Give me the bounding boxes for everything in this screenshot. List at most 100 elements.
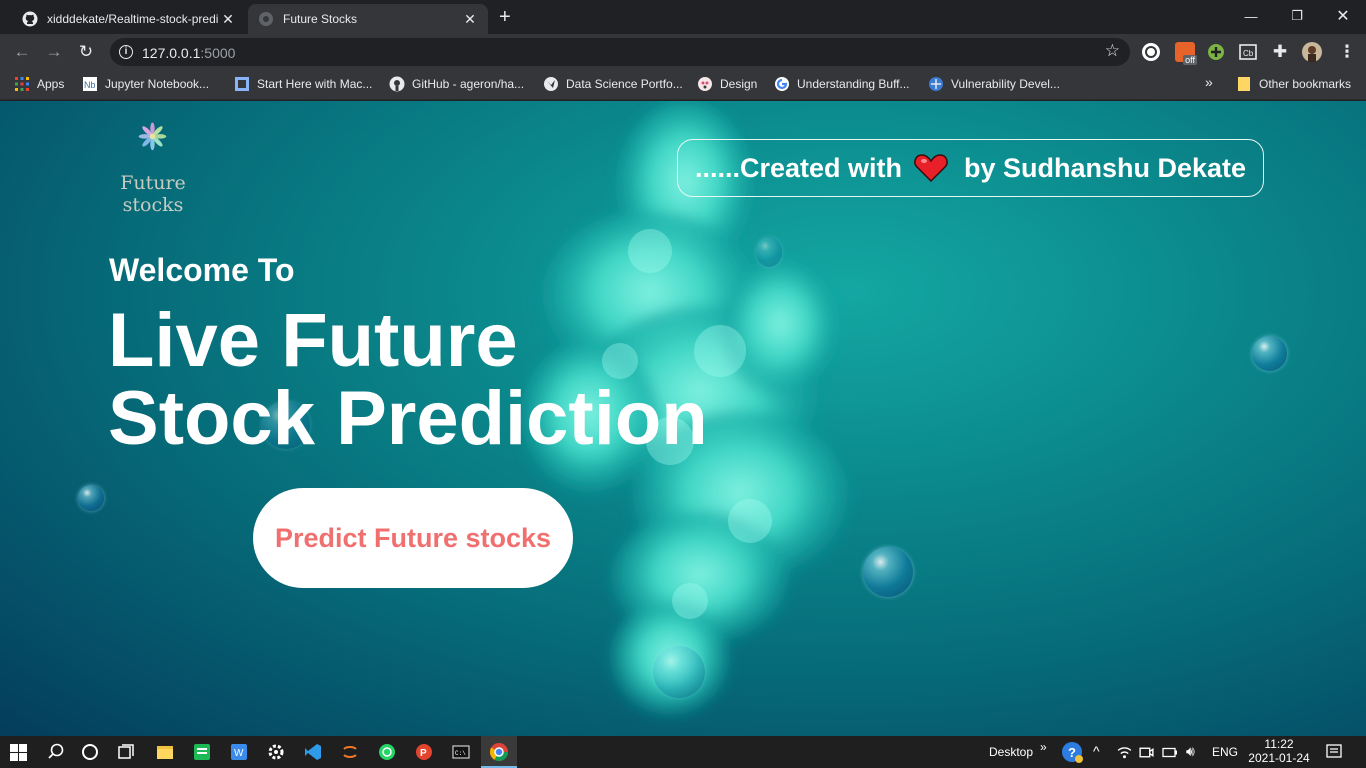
notifications-icon[interactable] [1325, 743, 1343, 761]
bookmark-design[interactable]: Design [697, 76, 757, 92]
heart-icon [914, 154, 948, 183]
sheets-icon[interactable] [192, 742, 212, 762]
back-arrow-icon[interactable]: ← [12, 42, 32, 62]
welcome-heading: Welcome To [109, 252, 295, 288]
logo-line-1: Future [120, 172, 186, 194]
bookmark-understanding-buff[interactable]: Understanding Buff... [774, 76, 910, 92]
credit-suffix: by Sudhanshu Dekate [963, 152, 1247, 183]
svg-text:C:\: C:\ [455, 750, 466, 757]
bookmark-label: Start Here with Mac... [257, 77, 373, 91]
language-indicator[interactable]: ENG [1212, 745, 1238, 759]
predict-button[interactable]: Predict Future stocks [253, 488, 573, 588]
bubble [653, 646, 705, 698]
whatsapp-icon[interactable] [377, 742, 397, 762]
svg-text:Nb: Nb [84, 80, 96, 90]
info-icon[interactable]: i [119, 45, 133, 59]
bookmark-github[interactable]: GitHub - ageron/ha... [389, 76, 524, 92]
help-icon[interactable]: ? [1061, 741, 1083, 763]
desktop-chevron-icon[interactable]: » [1040, 740, 1047, 754]
close-window-icon[interactable]: ✕ [1320, 4, 1366, 28]
page-hero: Future stocks ......Created with by Sudh… [0, 101, 1366, 736]
cortana-icon[interactable] [80, 742, 100, 762]
pdf-extension-icon[interactable]: off [1175, 42, 1197, 65]
minimize-icon[interactable]: — [1228, 4, 1274, 28]
new-tab-button[interactable]: + [499, 7, 511, 27]
close-icon[interactable]: ✕ [220, 11, 236, 28]
bookmark-data-science[interactable]: Data Science Portfo... [543, 76, 683, 92]
globe-icon [259, 12, 273, 26]
bookmark-label: Apps [37, 77, 65, 91]
design-icon [698, 77, 712, 91]
chrome-taskbar-active[interactable] [481, 736, 517, 768]
tab-title: Future Stocks [283, 12, 358, 26]
bookmark-jupyter[interactable]: Nb Jupyter Notebook... [82, 76, 209, 92]
bubble [756, 237, 782, 267]
vscode-icon[interactable] [303, 742, 323, 762]
bookmark-apps[interactable]: Apps [14, 76, 64, 92]
bookmarks-overflow-button[interactable]: » [1205, 74, 1213, 90]
forward-arrow-icon[interactable]: → [44, 42, 64, 62]
tab-github[interactable]: xidddekate/Realtime-stock-predi ✕ [12, 4, 246, 34]
avatar[interactable] [1302, 42, 1322, 62]
url-host: 127.0.0.1 [142, 45, 201, 61]
flower-logo-icon [138, 122, 167, 151]
terminal-icon[interactable]: C:\ [451, 742, 471, 762]
bubble [863, 547, 913, 597]
page-title: Live Future Stock Prediction [108, 302, 708, 458]
puzzle-icon[interactable]: ✚ [1270, 42, 1290, 62]
file-explorer-icon[interactable] [155, 742, 175, 762]
volume-icon[interactable]: 🔊︎ [1186, 743, 1195, 760]
browser-toolbar: ← → ↻ i 127.0.0.1:5000 ☆ off Cb ✚ ⋮ [0, 34, 1366, 70]
vuln-icon [929, 77, 943, 91]
logo-wordmark: Future stocks [117, 172, 189, 216]
browser-tabstrip: xidddekate/Realtime-stock-predi ✕ Future… [0, 0, 1366, 34]
chevron-up-icon[interactable]: ^ [1093, 743, 1100, 759]
url-port: :5000 [200, 45, 236, 61]
reload-icon[interactable]: ↻ [76, 42, 96, 62]
bookmark-label: GitHub - ageron/ha... [412, 77, 525, 91]
svg-text:W: W [234, 748, 244, 759]
page-icon [235, 77, 249, 91]
writer-icon[interactable]: W [229, 742, 249, 762]
apps-grid-icon [15, 77, 29, 91]
task-view-icon[interactable] [116, 742, 136, 762]
other-bookmarks-folder[interactable]: Other bookmarks [1236, 76, 1351, 92]
tab-future-stocks[interactable]: Future Stocks ✕ [248, 4, 488, 34]
clock[interactable]: 11:22 2021-01-24 [1246, 737, 1312, 765]
restore-icon[interactable]: ❐ [1274, 4, 1320, 28]
jupyter-app-icon[interactable] [340, 742, 360, 762]
wifi-icon[interactable] [1116, 744, 1133, 761]
close-icon[interactable]: ✕ [462, 11, 478, 28]
settings-gear-icon[interactable] [266, 742, 286, 762]
code-extension-icon[interactable]: Cb [1238, 42, 1258, 62]
bookmark-start-here[interactable]: Start Here with Mac... [234, 76, 372, 92]
google-icon [775, 77, 789, 91]
headline-line-1: Live Future [108, 298, 518, 383]
bubble [78, 485, 104, 511]
windows-start-icon[interactable] [10, 744, 27, 761]
search-icon[interactable] [46, 742, 66, 762]
meet-now-icon[interactable] [1138, 744, 1155, 761]
extension-badge: off [1183, 55, 1197, 65]
postman-icon[interactable]: P [414, 742, 434, 762]
url-text[interactable]: 127.0.0.1:5000 [142, 45, 235, 61]
tab-title: xidddekate/Realtime-stock-predi [47, 12, 219, 26]
bookmark-vulnerability[interactable]: Vulnerability Devel... [928, 76, 1060, 92]
clock-date: 2021-01-24 [1248, 751, 1310, 765]
menu-dots-icon[interactable]: ⋮ [1337, 42, 1357, 62]
extension-circle-icon[interactable] [1141, 42, 1161, 62]
github-icon [22, 11, 38, 27]
chrome-icon [489, 743, 508, 762]
svg-text:Cb: Cb [1243, 49, 1254, 58]
bookmark-label: Vulnerability Devel... [951, 77, 1060, 91]
credit-prefix: ......Created with [694, 152, 902, 183]
plus-extension-icon[interactable] [1206, 42, 1226, 62]
battery-icon[interactable] [1161, 744, 1179, 761]
windows-taskbar: W P C:\ Desktop » ? ^ 🔊︎ ENG 11:22 2021-… [0, 736, 1366, 768]
address-bar[interactable]: i 127.0.0.1:5000 ☆ [110, 38, 1130, 66]
bookmark-label: Design [720, 77, 758, 91]
credit-banner: ......Created with by Sudhanshu Dekate [677, 139, 1264, 197]
desktop-toolbar-label[interactable]: Desktop [989, 745, 1033, 759]
bookmark-label: Other bookmarks [1259, 77, 1352, 91]
bookmark-star-icon[interactable]: ☆ [1105, 41, 1120, 61]
